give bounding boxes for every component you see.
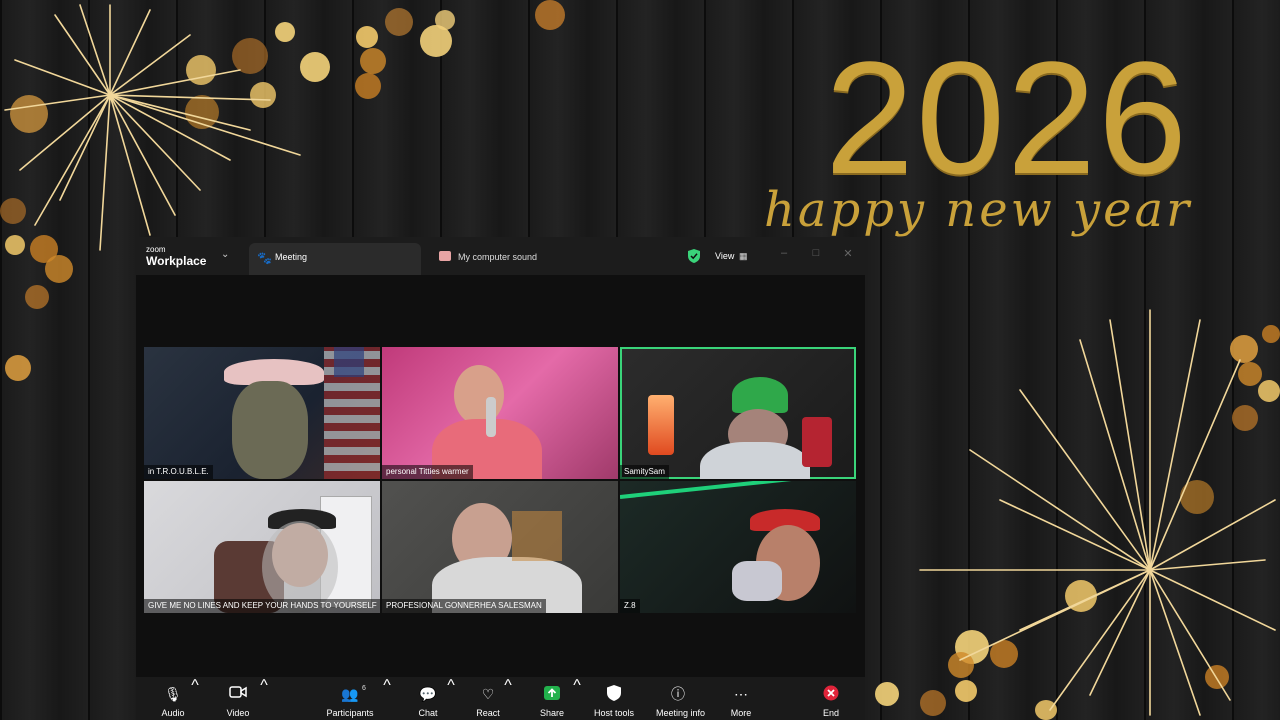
title-bar: zoom Workplace ⌄ 🐾 Meeting My computer s… (136, 237, 865, 275)
video-tile[interactable]: in T.R.O.U.B.L.E. (144, 347, 380, 479)
more-icon: ⋯ (734, 686, 748, 702)
participants-options-caret[interactable]: ^ (382, 677, 392, 720)
firework-bottom-right (919, 309, 1276, 716)
tab-meeting-label: Meeting (275, 252, 308, 262)
share-label: Share (539, 708, 565, 718)
tab-meeting[interactable]: 🐾 Meeting (249, 243, 421, 275)
encryption-shield-icon[interactable] (688, 249, 700, 263)
participant-figure (232, 381, 308, 479)
chat-button[interactable]: 💬 Chat (416, 677, 440, 720)
chat-icon: 💬 (419, 686, 437, 702)
video-label: Video (226, 708, 250, 718)
participant-name: SamitySam (620, 465, 669, 479)
react-button[interactable]: ♡ React (476, 677, 500, 720)
minimize-icon[interactable]: – (777, 247, 791, 259)
participant-name: Z.8 (620, 599, 640, 613)
participant-body (700, 442, 810, 479)
participants-button[interactable]: 👥 6 Participants (326, 677, 373, 720)
participant-name: personal Titties warmer (382, 465, 473, 479)
react-options-caret[interactable]: ^ (503, 677, 513, 720)
close-icon[interactable]: ✕ (841, 247, 855, 260)
audio-button[interactable]: 🎙 Audio (158, 677, 188, 720)
share-button[interactable]: Share (540, 677, 564, 720)
new-year-heading: 2026 (825, 28, 1189, 207)
participant-name: PROFESIONAL GONNERHEA SALESMAN (382, 599, 546, 613)
zoom-window: zoom Workplace ⌄ 🐾 Meeting My computer s… (136, 237, 865, 720)
zoom-workplace-logo[interactable]: zoom Workplace (146, 245, 206, 268)
participant-figure (454, 365, 504, 425)
new-year-greeting: happy new year (763, 182, 1193, 238)
view-label: View (715, 251, 735, 261)
view-button[interactable]: View ▦ (707, 246, 757, 266)
meeting-info-button[interactable]: ⓘ Meeting info (656, 677, 705, 720)
chat-label: Chat (418, 708, 438, 718)
video-tile[interactable]: Z.8 (620, 481, 856, 613)
info-icon: ⓘ (671, 686, 685, 702)
maximize-icon[interactable]: □ (809, 247, 823, 259)
share-options-caret[interactable]: ^ (572, 677, 582, 720)
participants-label: Participants (326, 708, 374, 718)
share-screen-icon (540, 685, 564, 703)
end-button[interactable]: End (819, 677, 843, 720)
video-tile[interactable]: PROFESIONAL GONNERHEA SALESMAN (382, 481, 618, 613)
computer-sound-icon (439, 251, 451, 261)
video-tile[interactable]: GIVE ME NO LINES AND KEEP YOUR HANDS TO … (144, 481, 380, 613)
grid-icon: ▦ (739, 251, 748, 261)
host-tools-label: Host tools (593, 708, 635, 718)
microphone-icon (486, 397, 496, 437)
led-strip (620, 481, 820, 499)
chat-options-caret[interactable]: ^ (446, 677, 456, 720)
audio-options-caret[interactable]: ^ (190, 677, 200, 720)
firework-top-left (4, 4, 301, 251)
end-label: End (822, 708, 839, 718)
brand-small: zoom (146, 245, 166, 254)
microphone-icon: 🎙 (164, 686, 182, 702)
video-options-caret[interactable]: ^ (259, 677, 269, 720)
heater-lamp (648, 395, 674, 455)
video-tile-active-speaker[interactable]: SamitySam (620, 347, 856, 479)
green-hat (732, 377, 788, 413)
more-button[interactable]: ⋯ More (729, 677, 753, 720)
end-call-icon (819, 685, 843, 703)
foil-wrapped-food (732, 561, 782, 601)
red-cup (802, 417, 832, 467)
shield-icon (602, 685, 626, 703)
host-tools-button[interactable]: Host tools (594, 677, 634, 720)
chevron-down-icon[interactable]: ⌄ (221, 249, 229, 260)
heart-icon: ♡ (481, 686, 495, 702)
paw-icon: 🐾 (257, 251, 272, 265)
brand-big: Workplace (146, 254, 207, 268)
participant-name: GIVE ME NO LINES AND KEEP YOUR HANDS TO … (144, 599, 380, 613)
meeting-toolbar: 🎙 Audio ^ Video ^ 👥 6 Participants ^ 💬 C… (136, 677, 865, 720)
more-label: More (730, 708, 752, 718)
participant-name: in T.R.O.U.B.L.E. (144, 465, 213, 479)
meeting-info-label: Meeting info (656, 708, 706, 718)
video-camera-icon (225, 685, 251, 703)
background-object (512, 511, 562, 561)
participants-count: 6 (362, 685, 366, 692)
video-tile[interactable]: personal Titties warmer (382, 347, 618, 479)
tab-sound-label: My computer sound (458, 252, 538, 262)
video-button[interactable]: Video (225, 677, 251, 720)
